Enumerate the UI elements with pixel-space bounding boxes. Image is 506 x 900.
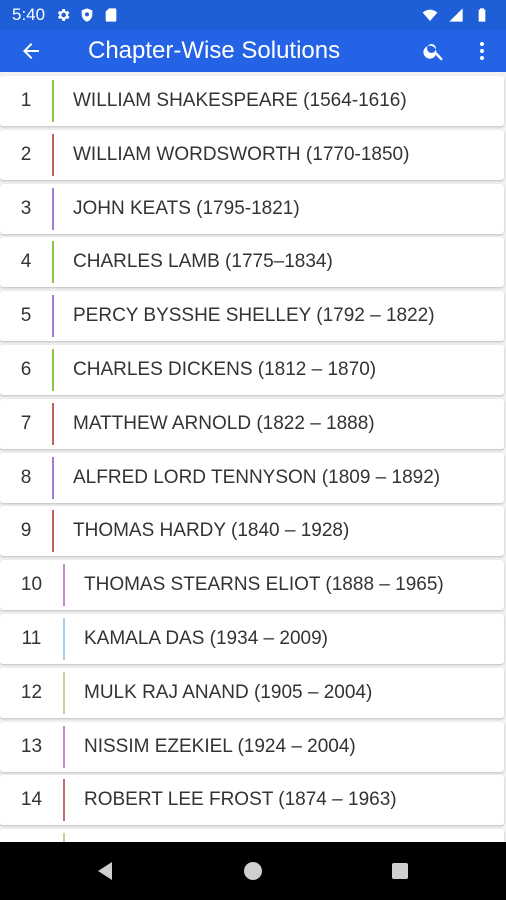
signal-icon [449, 8, 463, 22]
chapter-number: 1 [20, 90, 32, 111]
arrow-left-icon [23, 43, 39, 59]
chapter-accent-divider [63, 725, 65, 768]
chapter-row[interactable]: 1 WILLIAM SHAKESPEARE (1564-1616) [0, 76, 504, 126]
app-bar: Chapter-Wise Solutions [0, 30, 506, 72]
more-vert-icon [480, 42, 484, 60]
chapter-number: 4 [20, 251, 32, 273]
chapter-accent-divider [63, 779, 65, 822]
triangle-back-icon[interactable] [94, 859, 118, 883]
chapter-number: 11 [21, 628, 42, 649]
chapter-title: KAMALA DAS (1934 – 2009) [84, 628, 328, 649]
chapter-title: CHARLES LAMB (1775–1834) [73, 251, 333, 273]
wifi-icon [422, 9, 438, 21]
chapter-number: 12 [20, 681, 43, 703]
circle-home-icon[interactable] [241, 859, 265, 883]
chapter-row[interactable]: 6 CHARLES DICKENS (1812 – 1870) [0, 345, 504, 395]
chapter-accent-divider [52, 133, 54, 176]
back-button[interactable] [0, 30, 62, 72]
chapter-accent-divider [63, 833, 65, 842]
chapter-number: 6 [20, 359, 32, 380]
chapter-number: 8 [20, 466, 32, 488]
chapter-accent-divider [63, 618, 65, 660]
square-recents-icon[interactable] [388, 859, 412, 883]
chapter-row[interactable]: 8 ALFRED LORD TENNYSON (1809 – 1892) [0, 452, 504, 503]
chapter-row[interactable]: 7 MATTHEW ARNOLD (1822 – 1888) [0, 398, 504, 449]
status-bar: 5:40 [0, 0, 506, 30]
gear-icon [58, 9, 70, 21]
chapter-accent-divider [52, 510, 54, 553]
chapter-row[interactable]: 9 THOMAS HARDY (1840 – 1928) [0, 506, 504, 557]
chapter-accent-divider [52, 349, 54, 391]
chapter-title: MATTHEW ARNOLD (1822 – 1888) [73, 412, 375, 434]
chapter-number: 7 [20, 412, 32, 434]
chapter-title: CHARLES DICKENS (1812 – 1870) [73, 359, 377, 380]
chapter-number: 10 [20, 574, 43, 596]
chapter-row[interactable]: 3 JOHN KEATS (1795-1821) [0, 183, 504, 234]
page-title: Chapter-Wise Solutions [88, 37, 341, 64]
chapter-row[interactable]: 14 ROBERT LEE FROST (1874 – 1963) [0, 775, 504, 826]
chapter-title: THOMAS HARDY (1840 – 1928) [73, 520, 350, 542]
shield-icon [81, 8, 93, 22]
chapter-title: WILLIAM WORDSWORTH (1770-1850) [73, 143, 410, 165]
chapter-number: 13 [20, 735, 43, 757]
chapter-title: ALFRED LORD TENNYSON (1809 – 1892) [73, 466, 441, 488]
chapter-row[interactable] [0, 829, 504, 842]
chapter-row[interactable]: 4 CHARLES LAMB (1775–1834) [0, 237, 504, 288]
chapter-accent-divider [52, 187, 54, 230]
chapter-number: 5 [20, 305, 32, 327]
chapter-list[interactable]: 1 WILLIAM SHAKESPEARE (1564-1616) 2 WILLIAM… [0, 72, 506, 842]
chapter-accent-divider [52, 402, 54, 445]
chapter-number: 14 [20, 789, 43, 811]
chapter-title: THOMAS STEARNS ELIOT (1888 – 1965) [84, 574, 444, 596]
chapter-number: 3 [20, 197, 32, 219]
chapter-accent-divider [52, 456, 54, 499]
chapter-accent-divider [52, 80, 54, 122]
chapter-title: NISSIM EZEKIEL (1924 – 2004) [84, 735, 356, 757]
chapter-number: 2 [20, 143, 32, 165]
chapter-accent-divider [63, 671, 65, 714]
navigation-bar [0, 842, 506, 900]
chapter-title: JOHN KEATS (1795-1821) [73, 197, 300, 219]
chapter-accent-divider [52, 295, 54, 338]
chapter-row[interactable]: 5 PERCY BYSSHE SHELLEY (1792 – 1822) [0, 291, 504, 342]
search-button[interactable] [410, 30, 458, 72]
chapter-title: WILLIAM SHAKESPEARE (1564-1616) [73, 90, 407, 111]
chapter-number: 9 [20, 520, 32, 542]
overflow-menu-button[interactable] [458, 30, 506, 72]
search-icon [423, 44, 443, 61]
chapter-row[interactable]: 10 THOMAS STEARNS ELIOT (1888 – 1965) [0, 560, 504, 611]
sd-card-icon [105, 8, 117, 22]
chapter-title: MULK RAJ ANAND (1905 – 2004) [84, 681, 373, 703]
chapter-title: ROBERT LEE FROST (1874 – 1963) [84, 789, 397, 811]
chapter-number [0, 829, 63, 842]
status-time: 5:40 [12, 5, 46, 24]
chapter-row[interactable]: 11 KAMALA DAS (1934 – 2009) [0, 614, 504, 664]
chapter-row[interactable]: 12 MULK RAJ ANAND (1905 – 2004) [0, 667, 504, 718]
chapter-accent-divider [52, 241, 54, 284]
battery-icon [478, 8, 486, 22]
chapter-accent-divider [63, 564, 65, 607]
chapter-row[interactable]: 13 NISSIM EZEKIEL (1924 – 2004) [0, 721, 504, 772]
chapter-row[interactable]: 2 WILLIAM WORDSWORTH (1770-1850) [0, 129, 504, 180]
chapter-title: PERCY BYSSHE SHELLEY (1792 – 1822) [73, 305, 435, 327]
